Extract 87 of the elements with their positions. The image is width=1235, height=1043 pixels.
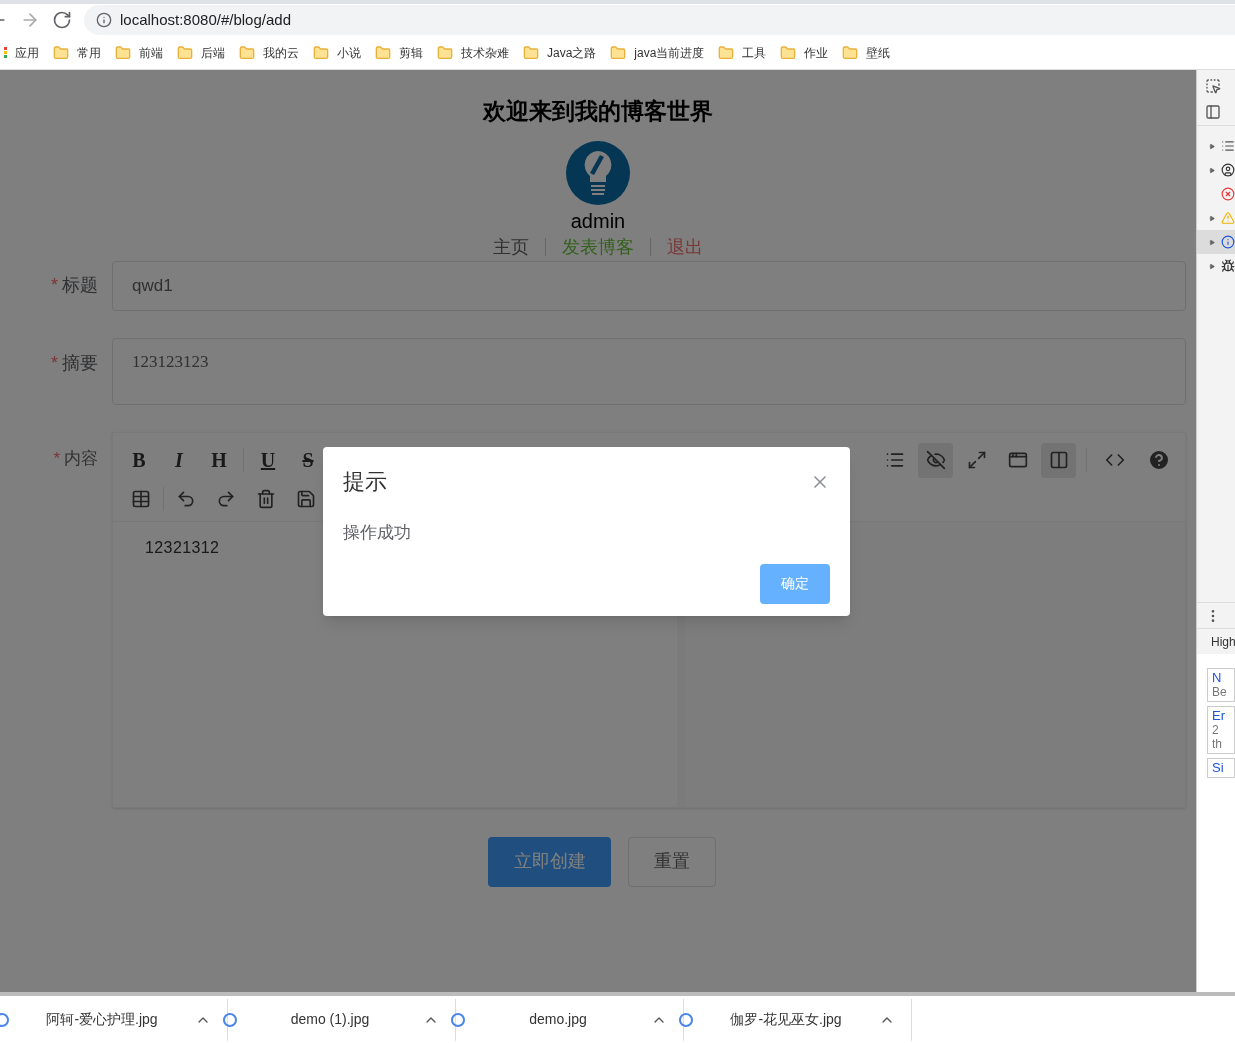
folder-icon — [437, 44, 453, 61]
message-text: Be — [1212, 685, 1228, 699]
bookmark-link[interactable]: 工具 — [742, 43, 767, 62]
field-label: 标题 — [62, 274, 98, 297]
error-icon — [1221, 187, 1235, 201]
bookmark-link[interactable]: 壁纸 — [866, 43, 891, 62]
window-icon — [1007, 450, 1028, 470]
download-filename[interactable]: 伽罗-花见巫女.jpg — [693, 1009, 879, 1030]
bookmark-link[interactable]: 剪辑 — [399, 43, 423, 62]
jpg-file-icon — [679, 1012, 693, 1027]
reload-icon[interactable] — [52, 10, 72, 30]
page-heading: 欢迎来到我的博客世界 — [483, 97, 713, 126]
columns-icon — [1048, 450, 1069, 470]
bookmark-link[interactable]: java当前进度 — [634, 43, 705, 62]
expand-arrow-icon — [1209, 262, 1215, 270]
sidebar-toggle-icon[interactable] — [1205, 103, 1221, 120]
bookmark-link[interactable]: 常用 — [77, 43, 101, 62]
username: admin — [570, 208, 626, 233]
eye-off-icon — [925, 450, 946, 470]
url-text: localhost:8080/#/blog/add — [120, 9, 291, 30]
required-mark: * — [51, 274, 58, 297]
format-button[interactable]: I — [163, 444, 195, 476]
folder-icon — [313, 44, 329, 61]
toolbar-button[interactable] — [1041, 442, 1076, 478]
expand-arrow-icon — [1209, 238, 1215, 246]
save-icon[interactable] — [296, 489, 316, 509]
folder-icon — [610, 44, 627, 61]
bookmark-link[interactable]: 技术杂难 — [461, 43, 509, 62]
devtools-tab[interactable]: High — [1211, 632, 1235, 651]
folder-icon — [718, 44, 735, 61]
folder-icon — [177, 44, 193, 61]
expand-arrow-icon — [1209, 142, 1215, 150]
lightbulb-avatar — [566, 140, 630, 205]
bookmark-link[interactable]: 作业 — [804, 43, 829, 62]
format-button[interactable]: S — [292, 444, 324, 476]
apps-icon — [4, 46, 7, 59]
dialog-message: 操作成功 — [342, 522, 412, 544]
dialog-title: 提示 — [343, 468, 387, 496]
user-icon — [1221, 163, 1235, 177]
bookmark-link[interactable]: 小说 — [337, 43, 361, 62]
trash-icon[interactable] — [256, 489, 276, 509]
undo-icon[interactable] — [176, 489, 196, 509]
download-filename[interactable]: demo.jpg — [465, 1009, 651, 1030]
format-button[interactable]: U — [252, 444, 284, 476]
inspect-icon[interactable] — [1205, 78, 1221, 94]
warning-icon — [1221, 211, 1235, 225]
bookmark-link[interactable]: 前端 — [139, 43, 163, 62]
address-bar[interactable]: localhost:8080/#/blog/add — [84, 5, 1235, 35]
message-title[interactable]: N — [1212, 671, 1234, 685]
expand-arrow-icon — [1209, 214, 1215, 222]
folder-icon — [523, 44, 539, 61]
folder-icon — [375, 44, 391, 61]
bookmark-link[interactable]: 后端 — [201, 43, 225, 62]
folder-icon — [239, 44, 255, 61]
help-icon[interactable] — [1147, 448, 1171, 472]
list-icon — [884, 450, 905, 470]
download-filename[interactable]: 阿轲-爱心护理.jpg — [9, 1009, 195, 1030]
required-mark: * — [53, 447, 60, 470]
folder-icon — [115, 44, 131, 61]
bookmark-link[interactable]: Java之路 — [547, 43, 597, 62]
bookmark-link[interactable]: 我的云 — [263, 43, 299, 62]
bookmark-link[interactable]: 应用 — [15, 43, 39, 62]
info-icon — [1221, 235, 1235, 249]
folder-icon — [53, 44, 69, 61]
toolbar-button[interactable] — [918, 442, 953, 478]
field-label: 内容 — [64, 447, 98, 470]
fullscreen-icon — [966, 450, 987, 470]
field-label: 摘要 — [62, 351, 98, 375]
expand-arrow-icon — [1209, 166, 1215, 174]
table-icon[interactable] — [131, 489, 151, 509]
list-icon — [1221, 139, 1235, 153]
jpg-file-icon — [223, 1012, 237, 1027]
download-filename[interactable]: demo (1).jpg — [237, 1009, 423, 1030]
jpg-file-icon — [451, 1012, 465, 1027]
info-icon[interactable] — [96, 12, 112, 28]
message-title[interactable]: Er — [1212, 709, 1234, 723]
message-text: th — [1212, 737, 1223, 751]
folder-icon — [842, 44, 859, 61]
redo-icon[interactable] — [216, 489, 236, 509]
folder-icon — [780, 44, 797, 61]
bug-icon — [1221, 259, 1235, 273]
message-text: 2 — [1212, 723, 1220, 737]
message-title[interactable]: Si — [1212, 761, 1234, 775]
format-button[interactable]: B — [123, 444, 155, 476]
format-button[interactable]: H — [203, 444, 235, 476]
required-mark: * — [51, 351, 58, 375]
editor-text: 12321312 — [145, 538, 220, 556]
